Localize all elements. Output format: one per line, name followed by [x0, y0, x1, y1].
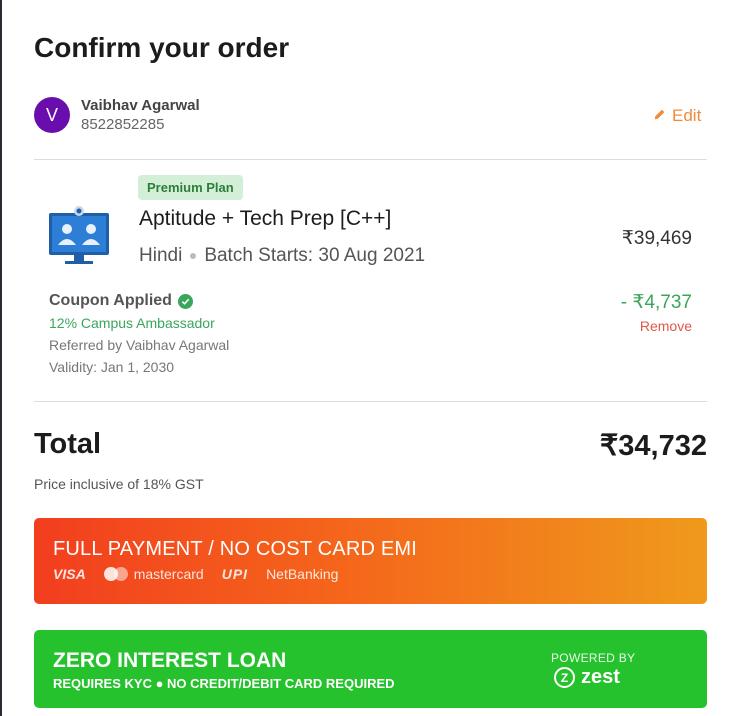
edit-label: Edit — [672, 106, 702, 125]
check-circle-icon — [177, 293, 193, 309]
total-label: Total — [34, 428, 102, 460]
gst-note: Price inclusive of 18% GST — [34, 476, 204, 492]
batch-label: Batch Starts: — [204, 245, 314, 266]
pencil-icon — [653, 106, 666, 126]
coupon-referrer: Referred by Vaibhav Agarwal — [49, 337, 230, 353]
mastercard-icon — [103, 567, 130, 581]
remove-coupon-button[interactable]: Remove — [640, 318, 692, 334]
visa-logo: VISA — [53, 566, 86, 582]
zest-icon: Z — [554, 667, 575, 688]
divider — [34, 401, 707, 402]
zero-interest-loan-button[interactable]: ZERO INTEREST LOAN REQUIRES KYC ● NO CRE… — [34, 630, 707, 708]
netbanking-label: NetBanking — [266, 566, 339, 582]
course-meta: Hindi Batch Starts: 30 Aug 2021 — [139, 245, 425, 267]
payment-methods: VISA mastercard UPI NetBanking — [53, 566, 338, 582]
user-name: Vaibhav Agarwal — [81, 97, 200, 114]
edit-button[interactable]: Edit — [653, 106, 701, 126]
coupon-applied: Coupon Applied — [49, 292, 193, 310]
avatar: V — [34, 97, 70, 133]
coupon-validity: Validity: Jan 1, 2030 — [49, 359, 175, 375]
full-payment-title: FULL PAYMENT / NO COST CARD EMI — [53, 538, 418, 560]
total-value: ₹34,732 — [599, 430, 707, 462]
coupon-title-label: Coupon Applied — [49, 292, 172, 309]
upi-logo: UPI — [221, 566, 249, 582]
full-payment-button[interactable]: FULL PAYMENT / NO COST CARD EMI VISA mas… — [34, 518, 707, 604]
window-border — [0, 0, 2, 716]
loan-title: ZERO INTEREST LOAN — [53, 649, 287, 672]
zest-label: zest — [581, 666, 620, 688]
divider — [34, 159, 707, 160]
user-phone: 8522852285 — [81, 116, 165, 133]
course-icon — [47, 205, 111, 267]
page-title: Confirm your order — [34, 32, 290, 63]
course-title: Aptitude + Tech Prep [C++] — [139, 207, 392, 230]
zest-logo: Z zest — [554, 666, 620, 689]
powered-by-label: POWERED BY — [551, 651, 636, 665]
batch-date: 30 Aug 2021 — [318, 245, 426, 266]
course-price: ₹39,469 — [621, 228, 692, 249]
coupon-name: 12% Campus Ambassador — [49, 315, 215, 331]
coupon-discount: - ₹4,737 — [620, 292, 692, 313]
mastercard-logo: mastercard — [103, 566, 204, 582]
loan-subtitle: REQUIRES KYC ● NO CREDIT/DEBIT CARD REQU… — [53, 676, 395, 691]
course-language: Hindi — [139, 245, 183, 266]
separator-dot — [190, 253, 197, 259]
mastercard-label: mastercard — [133, 566, 204, 582]
plan-badge: Premium Plan — [138, 175, 243, 200]
